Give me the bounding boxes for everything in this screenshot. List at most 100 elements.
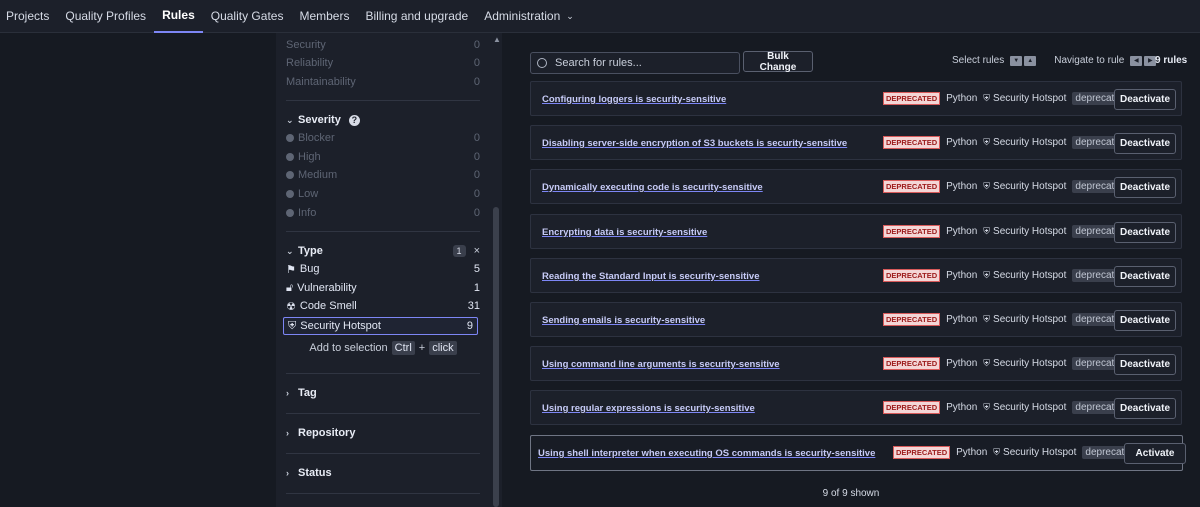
rule-title-link[interactable]: Using regular expressions is security-se… [542, 403, 755, 414]
deactivate-button[interactable]: Deactivate [1114, 89, 1176, 110]
rule-row[interactable]: Using command line arguments is security… [530, 346, 1182, 381]
rule-type: Security Hotspot [993, 226, 1067, 237]
deprecated-tag: DEPRECATED [883, 313, 941, 326]
chevron-right-icon: › [286, 428, 289, 438]
deactivate-button[interactable]: Deactivate [1114, 354, 1176, 375]
arrow-left-icon[interactable]: ◀ [1130, 55, 1143, 66]
rule-language: Python [946, 314, 978, 325]
left-gutter [0, 33, 276, 507]
sidebar-scrollbar[interactable]: ▲ [491, 33, 502, 507]
tag-facet-header[interactable]: › Tag [286, 384, 480, 402]
facet-label: Reliability [286, 57, 334, 69]
rule-meta: DEPRECATED Python ⛨ Security Hotspot depreca… [893, 446, 1139, 459]
deprecated-tag: DEPRECATED [883, 92, 941, 105]
shield-icon: ⛨ [983, 314, 991, 324]
deactivate-button[interactable]: Deactivate [1114, 133, 1176, 154]
nav-administration-label: Administration [484, 9, 561, 23]
severity-high[interactable]: High 0 [286, 148, 480, 166]
deactivate-button[interactable]: Deactivate [1114, 266, 1176, 287]
rule-type: Security Hotspot [993, 358, 1067, 369]
arrow-up-icon[interactable]: ▲ [1024, 55, 1037, 66]
hint-action: click [429, 341, 457, 355]
facet-label: Security [286, 39, 326, 51]
clear-icon[interactable]: × [474, 245, 480, 257]
chevron-down-icon: ⌄ [286, 114, 294, 125]
chevron-right-icon: › [286, 388, 289, 398]
status-facet-header[interactable]: › Status [286, 464, 480, 482]
severity-blocker[interactable]: Blocker 0 [286, 129, 480, 147]
tag-title: Tag [298, 387, 317, 399]
rule-title-link[interactable]: Disabling server-side encryption of S3 b… [542, 138, 847, 149]
arrow-down-icon[interactable]: ▼ [1010, 55, 1023, 66]
facet-security[interactable]: Security 0 [286, 36, 480, 54]
rule-row[interactable]: Encrypting data is security-sensitive DEP… [530, 214, 1182, 249]
rule-title-link[interactable]: Using shell interpreter when executing O… [538, 448, 875, 459]
facet-reliability[interactable]: Reliability 0 [286, 54, 480, 72]
severity-info[interactable]: Info 0 [286, 204, 480, 222]
deprecated-tag: DEPRECATED [883, 357, 941, 370]
facet-label: High [298, 151, 321, 163]
chevron-down-icon: ⌄ [286, 245, 294, 256]
nav-quality-gates[interactable]: Quality Gates [203, 0, 292, 33]
code-smell-icon: ☢ [286, 300, 296, 313]
scroll-thumb[interactable] [493, 207, 499, 507]
filters-sidebar: Security 0 Reliability 0 Maintainability… [276, 33, 502, 507]
deactivate-button[interactable]: Deactivate [1114, 398, 1176, 419]
shield-icon: ⛨ [983, 181, 991, 191]
rule-language: Python [946, 226, 978, 237]
rule-type: Security Hotspot [993, 402, 1067, 413]
facet-label: Info [298, 207, 317, 219]
rule-title-link[interactable]: Reading the Standard Input is security-s… [542, 271, 760, 282]
rule-title-link[interactable]: Using command line arguments is security… [542, 359, 780, 370]
nav-members[interactable]: Members [291, 0, 357, 33]
type-title: Type [298, 245, 323, 257]
type-bug[interactable]: ⚑ Bug 5 [286, 260, 480, 278]
severity-medium[interactable]: Medium 0 [286, 166, 480, 184]
severity-facet-header[interactable]: ⌄ Severity ? [286, 111, 480, 129]
rule-row[interactable]: Reading the Standard Input is security-s… [530, 258, 1182, 293]
rule-title-link[interactable]: Configuring loggers is security-sensitiv… [542, 94, 726, 105]
rule-row[interactable]: Using regular expressions is security-se… [530, 390, 1182, 425]
facet-count: 0 [473, 207, 480, 219]
nav-projects[interactable]: Projects [0, 0, 57, 33]
nav-rules[interactable]: Rules [154, 0, 203, 33]
deactivate-button[interactable]: Deactivate [1114, 310, 1176, 331]
rule-row[interactable]: Using shell interpreter when executing O… [530, 435, 1186, 471]
rule-row[interactable]: Disabling server-side encryption of S3 b… [530, 125, 1182, 160]
type-vulnerability[interactable]: 🔓︎ Vulnerability 1 [286, 279, 480, 297]
deactivate-button[interactable]: Deactivate [1114, 177, 1176, 198]
rule-title-link[interactable]: Dynamically executing code is security-s… [542, 182, 763, 193]
rule-title-link[interactable]: Sending emails is security-sensitive [542, 315, 705, 326]
severity-low[interactable]: Low 0 [286, 185, 480, 203]
rule-row[interactable]: Sending emails is security-sensitive DEPR… [530, 302, 1182, 337]
facet-label: Code Smell [299, 300, 357, 312]
rule-meta: DEPRECATED Python ⛨ Security Hotspot depreca… [883, 180, 1129, 193]
nav-administration[interactable]: Administration ⌄ [476, 0, 582, 33]
rule-title-link[interactable]: Encrypting data is security-sensitive [542, 227, 707, 238]
search-box[interactable] [530, 52, 740, 74]
rule-type: Security Hotspot [993, 181, 1067, 192]
selected-count-badge: 1 [452, 245, 466, 257]
rule-meta: DEPRECATED Python ⛨ Security Hotspot depreca… [883, 225, 1129, 238]
search-input[interactable] [555, 57, 725, 69]
nav-quality-profiles[interactable]: Quality Profiles [57, 0, 154, 33]
chevron-down-icon: ⌄ [566, 10, 574, 21]
scroll-up-icon[interactable]: ▲ [493, 35, 501, 44]
facet-maintainability[interactable]: Maintainability 0 [286, 73, 480, 91]
rule-row[interactable]: Configuring loggers is security-sensitiv… [530, 81, 1182, 116]
facet-label: Blocker [298, 132, 335, 144]
deprecated-tag: DEPRECATED [883, 401, 941, 414]
rule-type: Security Hotspot [993, 270, 1067, 281]
deactivate-button[interactable]: Deactivate [1114, 222, 1176, 243]
rule-meta: DEPRECATED Python ⛨ Security Hotspot depreca… [883, 136, 1129, 149]
type-facet-header[interactable]: ⌄ Type 1 × [286, 242, 480, 260]
type-code-smell[interactable]: ☢ Code Smell 31 [286, 297, 480, 315]
rule-row[interactable]: Dynamically executing code is security-s… [530, 169, 1182, 204]
nav-billing[interactable]: Billing and upgrade [357, 0, 476, 33]
activate-button[interactable]: Activate [1124, 443, 1186, 464]
repository-facet-header[interactable]: › Repository [286, 424, 480, 442]
bulk-change-button[interactable]: Bulk Change [743, 51, 813, 73]
help-icon[interactable]: ? [348, 114, 360, 126]
type-security-hotspot[interactable]: ⛨ Security Hotspot 9 [283, 317, 478, 335]
blocker-icon [286, 134, 294, 142]
